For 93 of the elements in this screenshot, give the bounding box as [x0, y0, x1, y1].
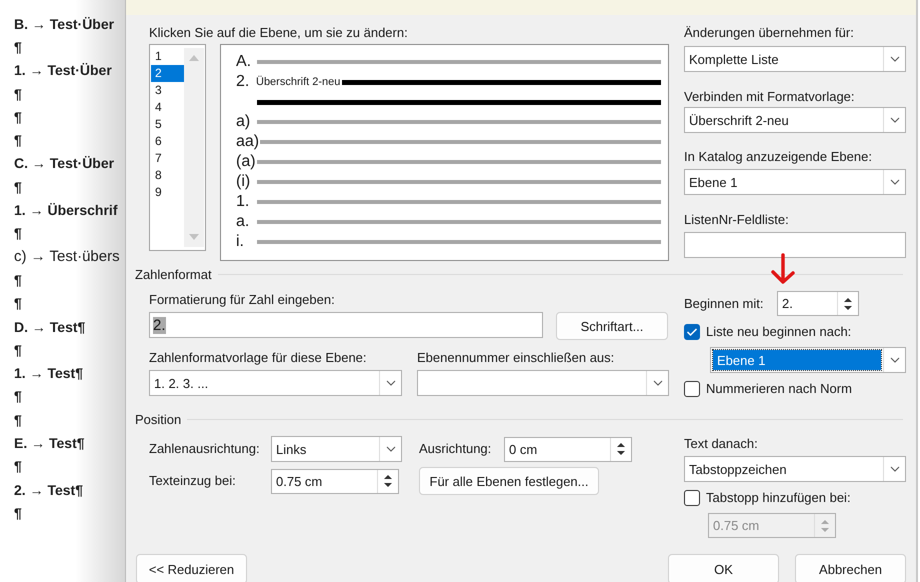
preview-number: (a)	[236, 152, 256, 172]
checkbox-label: Liste neu beginnen nach:	[706, 324, 852, 340]
field-label: Ebenennummer einschließen aus:	[417, 350, 614, 366]
preview-number: A.	[236, 52, 252, 72]
field-label: Zahlenformatvorlage für diese Ebene:	[149, 350, 368, 366]
field-label: In Katalog anzuzeigende Ebene:	[684, 149, 873, 165]
preview-number: a.	[236, 212, 250, 232]
chevron-icon	[890, 56, 900, 62]
document-line: ¶	[14, 295, 22, 312]
field-label: Änderungen übernehmen für:	[684, 25, 855, 41]
document-line: D. → Test¶	[14, 318, 86, 334]
field-label: Verbinden mit Formatvorlage:	[684, 89, 856, 105]
field-label: ListenNr-Feldliste:	[684, 212, 790, 228]
level-item[interactable]: 5	[151, 116, 184, 133]
level-item[interactable]: 6	[151, 133, 184, 150]
document-line: ¶	[14, 458, 22, 474]
document-line: ¶	[14, 225, 22, 242]
include-level-dropdown[interactable]	[417, 370, 669, 396]
preview-number: a)	[236, 112, 252, 132]
document-line: C. → Test·Über	[14, 155, 114, 172]
chevron-icon	[652, 380, 662, 386]
document-line: ¶	[14, 272, 22, 288]
dialog-button[interactable]: Abbrechen	[795, 554, 906, 582]
document-line: ¶	[14, 504, 22, 521]
field-label: Ausrichtung:	[419, 441, 492, 457]
dialog-button[interactable]: << Reduzieren	[136, 554, 247, 582]
checkmark-icon	[686, 327, 698, 337]
level-item[interactable]: 9	[151, 184, 184, 201]
document-line: E. → Test¶	[14, 434, 85, 451]
document-line: c) → Test·übers	[14, 248, 120, 266]
field-label: Formatierung für Zahl eingeben:	[149, 291, 336, 308]
document-line: ¶	[14, 178, 22, 195]
number-style-dropdown[interactable]: 1. 2. 3. ...	[149, 370, 402, 396]
scrollbar[interactable]	[184, 48, 204, 247]
document-line: 1. → Test¶	[14, 365, 83, 382]
preview-text: Überschrift 2-neu	[256, 76, 340, 88]
style-dropdown[interactable]: Überschrift 2-neu	[684, 107, 906, 133]
field-label: Texteinzug bei:	[149, 473, 237, 489]
section-title: Zahlenformat	[135, 266, 212, 282]
chevron-icon	[386, 380, 396, 386]
preview-number: (i)	[236, 172, 252, 192]
document-line: 1. → Überschrif	[14, 202, 118, 218]
preview-number: i.	[236, 232, 245, 252]
preview-number: 2.	[236, 72, 250, 92]
alignment-dropdown[interactable]: Links	[271, 436, 402, 462]
listnum-input-field[interactable]	[684, 232, 906, 258]
preview-number: aa)	[236, 132, 260, 152]
field-label: Zahlenausrichtung:	[149, 441, 261, 457]
document-line: 1. → Test·Über	[14, 62, 112, 78]
chevron-icon	[386, 446, 396, 452]
indent-spinbox[interactable]: 0.75 cm	[271, 468, 399, 494]
font-button[interactable]: Schriftart...	[556, 312, 668, 340]
document-line: ¶	[14, 86, 22, 102]
level-item[interactable]: 1	[151, 48, 184, 65]
document-line: B. → Test·Über	[14, 16, 114, 32]
level-item[interactable]: 3	[151, 82, 184, 99]
set-all-levels-button[interactable]: Für alle Ebenen festlegen...	[419, 467, 599, 495]
number-format-field[interactable]: 2.	[149, 312, 543, 338]
follow-dropdown[interactable]: Tabstoppzeichen	[684, 456, 906, 482]
aligned-at-spinbox[interactable]: 0 cm	[504, 436, 632, 462]
document-line: 2. → Test¶	[14, 482, 83, 498]
level-item[interactable]: 7	[151, 150, 184, 167]
scroll-up-icon[interactable]	[188, 54, 200, 62]
start-at-spinbox[interactable]: 2.	[777, 291, 859, 316]
level-item[interactable]: 2	[151, 65, 184, 82]
gallery-level-dropdown[interactable]: Ebene 1	[684, 169, 906, 195]
checkbox-label: Tabstopp hinzufügen bei:	[706, 490, 851, 506]
document-line: ¶	[14, 132, 22, 148]
arrow-drawing	[770, 253, 796, 285]
document-line: ¶	[14, 38, 22, 55]
section-title: Position	[135, 412, 182, 426]
checkbox-label: Nummerieren nach Norm	[706, 381, 852, 397]
chevron-icon	[890, 357, 900, 363]
document-line: ¶	[14, 412, 22, 428]
preview-number: 1.	[236, 192, 250, 212]
restart-level-dropdown[interactable]: Ebene 1	[710, 347, 906, 373]
chevron-icon	[890, 179, 900, 185]
level-item[interactable]: 4	[151, 99, 184, 116]
scroll-down-icon[interactable]	[188, 233, 200, 241]
document-line: ¶	[14, 108, 22, 125]
level-item[interactable]: 8	[151, 167, 184, 184]
checkbox[interactable]	[684, 324, 700, 340]
checkbox[interactable]	[684, 381, 700, 397]
document-line: ¶	[14, 388, 22, 404]
field-label: Text danach:	[684, 436, 759, 452]
apply-to-dropdown[interactable]: Komplette Liste	[684, 46, 906, 72]
level-prompt: Klicken Sie auf die Ebene, um sie zu ändern:	[149, 25, 409, 41]
document-line: ¶	[14, 342, 22, 358]
chevron-icon	[890, 466, 900, 472]
chevron-icon	[890, 117, 900, 123]
dialog-button[interactable]: OK	[668, 554, 779, 582]
field-label: Beginnen mit:	[684, 296, 764, 312]
level-list[interactable]: 1 2 3 4 5 6 7 8 9	[149, 44, 206, 251]
